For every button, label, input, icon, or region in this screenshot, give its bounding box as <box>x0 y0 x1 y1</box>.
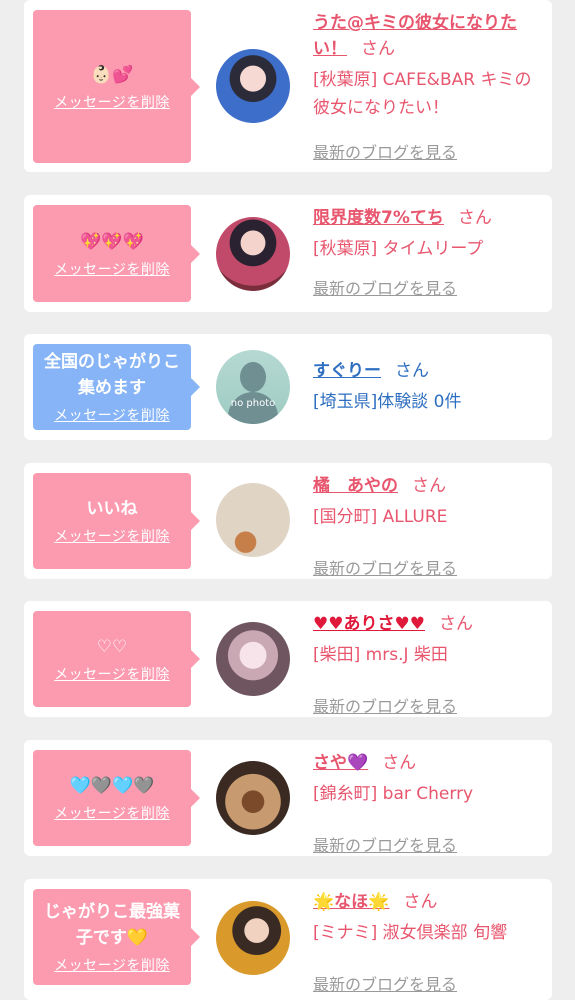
shop-name: [柴田] mrs.J 柴田 <box>313 645 448 665</box>
delete-message-link[interactable]: メッセージを削除 <box>54 92 170 112</box>
delete-message-link[interactable]: メッセージを削除 <box>54 259 170 279</box>
shop-name: [埼玉県]体験談 0件 <box>313 392 462 412</box>
latest-blog-link[interactable]: 最新のブログを見る <box>313 693 457 717</box>
user-name-link[interactable]: 🌟なほ🌟 <box>313 892 389 912</box>
user-name-link[interactable]: ♥♥ありさ♥♥ <box>313 614 425 634</box>
user-name-link[interactable]: うた@キミの彼女になりたい！ <box>313 13 517 59</box>
message-text: 全国のじゃがりこ集めます <box>44 352 180 398</box>
avatar[interactable] <box>216 49 290 123</box>
avatar[interactable] <box>216 483 290 557</box>
shop-name: [秋葉原] CAFE&BAR キミの彼女になりたい！ <box>313 70 532 118</box>
no-photo-text: no photo <box>230 398 276 409</box>
avatar[interactable] <box>216 622 290 696</box>
honorific: さん <box>361 39 395 59</box>
user-name-link[interactable]: 限界度数7%てち <box>313 208 444 228</box>
delete-message-link[interactable]: メッセージを削除 <box>54 955 170 975</box>
latest-blog-link[interactable]: 最新のブログを見る <box>313 275 457 299</box>
message-text: ♡♡ <box>96 637 128 657</box>
silhouette-icon <box>240 362 266 392</box>
message-bubble: 🩵🩶🩵🩶 メッセージを削除 <box>33 750 200 846</box>
message-bubble: じゃがりこ最強菓子です💛 メッセージを削除 <box>33 889 200 985</box>
user-name-link[interactable]: すぐりー <box>313 361 381 381</box>
list-item: ♡♡ メッセージを削除 ♥♥ありさ♥♥ さん [柴田] mrs.J 柴田 最新のブ… <box>24 601 552 717</box>
shop-name: [錦糸町] bar Cherry <box>313 784 474 804</box>
shop-name: [国分町] ALLURE <box>313 507 448 527</box>
list-item: 全国のじゃがりこ集めます メッセージを削除 no photo すぐりー さん [埼… <box>24 334 552 440</box>
user-name-link[interactable]: さや💜 <box>313 753 368 773</box>
avatar[interactable] <box>216 901 290 975</box>
user-name-link[interactable]: 橘 あやの <box>313 476 398 496</box>
latest-blog-link[interactable]: 最新のブログを見る <box>313 832 457 856</box>
list-item: 👶🏻💕 メッセージを削除 うた@キミの彼女になりたい！ さん [秋葉原] CAFE… <box>24 0 552 172</box>
honorific: さん <box>395 361 429 381</box>
message-text: 👶🏻💕 <box>90 64 134 85</box>
honorific: さん <box>382 753 417 773</box>
list-item: じゃがりこ最強菓子です💛 メッセージを削除 🌟なほ🌟 さん [ミナミ] 淑女倶楽部… <box>24 879 552 1000</box>
latest-blog-link[interactable]: 最新のブログを見る <box>313 971 457 995</box>
message-bubble: 💖💖💖 メッセージを削除 <box>33 205 200 302</box>
delete-message-link[interactable]: メッセージを削除 <box>54 405 170 425</box>
list-item: 💖💖💖 メッセージを削除 限界度数7%てち さん [秋葉原] タイムリープ 最新の… <box>24 195 552 312</box>
message-bubble: いいね メッセージを削除 <box>33 473 200 569</box>
avatar[interactable] <box>216 761 290 835</box>
honorific: さん <box>438 614 473 634</box>
message-bubble: ♡♡ メッセージを削除 <box>33 611 200 707</box>
shop-name: [ミナミ] 淑女倶楽部 旬響 <box>313 923 508 943</box>
delete-message-link[interactable]: メッセージを削除 <box>54 664 170 684</box>
honorific: さん <box>457 208 492 228</box>
message-text: じゃがりこ最強菓子です💛 <box>44 902 180 948</box>
latest-blog-link[interactable]: 最新のブログを見る <box>313 139 457 163</box>
message-text: いいね <box>86 499 138 519</box>
avatar[interactable]: no photo <box>216 350 290 424</box>
list-item: 🩵🩶🩵🩶 メッセージを削除 さや💜 さん [錦糸町] bar Cherry 最新の… <box>24 740 552 856</box>
delete-message-link[interactable]: メッセージを削除 <box>54 803 170 823</box>
avatar[interactable] <box>216 217 290 291</box>
list-item: いいね メッセージを削除 橘 あやの さん [国分町] ALLURE 最新のブログ… <box>24 463 552 579</box>
message-text: 💖💖💖 <box>80 231 144 252</box>
message-bubble: 全国のじゃがりこ集めます メッセージを削除 <box>33 344 200 430</box>
message-text: 🩵🩶🩵🩶 <box>69 776 155 796</box>
honorific: さん <box>403 892 438 912</box>
shop-name: [秋葉原] タイムリープ <box>313 239 484 259</box>
latest-blog-link[interactable]: 最新のブログを見る <box>313 555 457 579</box>
message-bubble: 👶🏻💕 メッセージを削除 <box>33 10 200 163</box>
delete-message-link[interactable]: メッセージを削除 <box>54 526 170 546</box>
honorific: さん <box>412 476 446 496</box>
